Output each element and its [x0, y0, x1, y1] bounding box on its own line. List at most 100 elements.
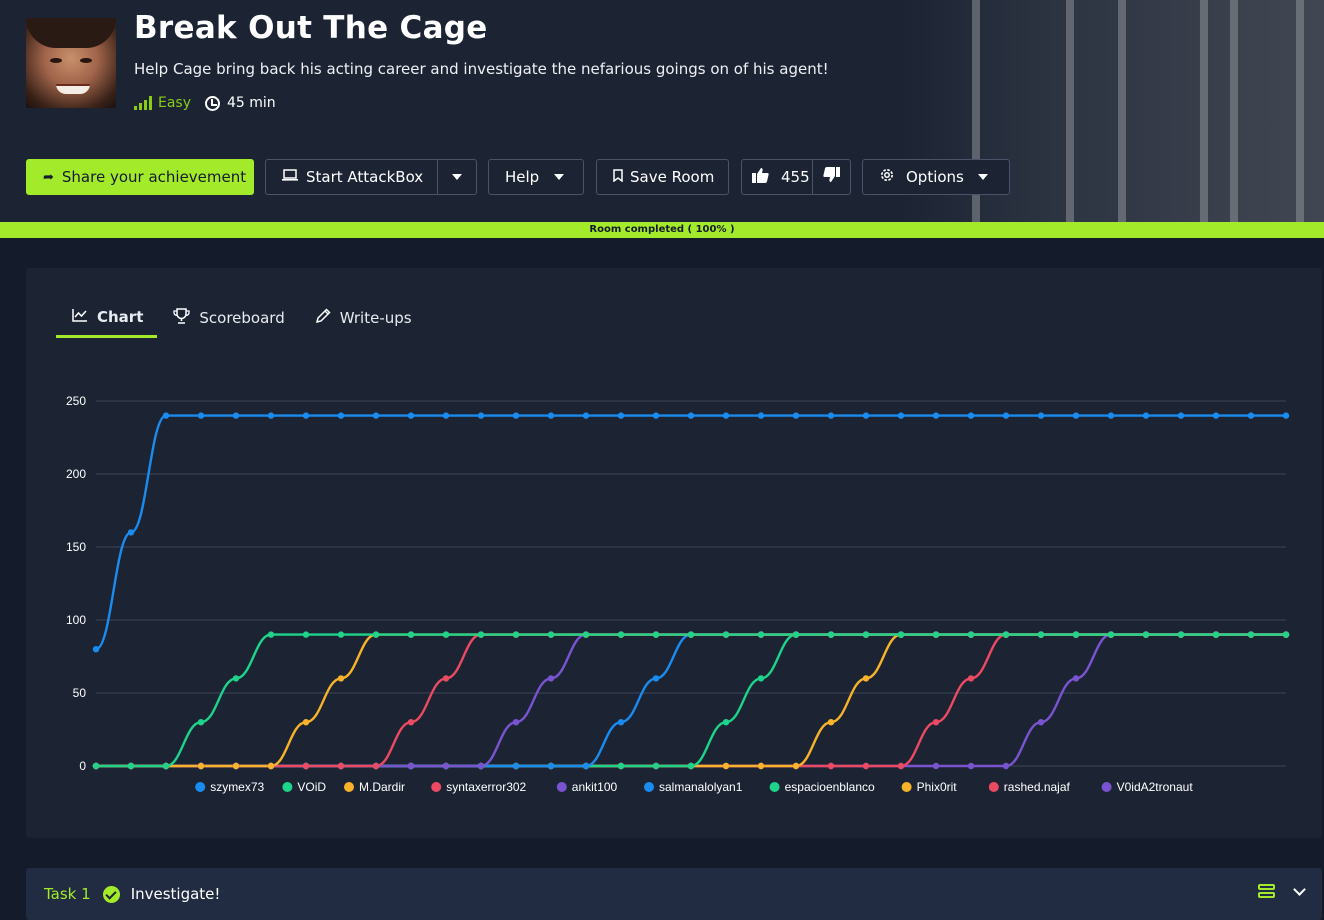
- data-point: [372, 412, 380, 419]
- data-point: [862, 675, 870, 682]
- data-point: [407, 719, 415, 726]
- data-point: [232, 675, 240, 682]
- data-point: [372, 631, 380, 638]
- data-point: [582, 762, 590, 770]
- data-point: [1247, 631, 1255, 638]
- share-label: Share your achievement: [61, 168, 247, 186]
- data-point: [862, 762, 870, 770]
- data-point: [1212, 412, 1220, 419]
- help-button[interactable]: Help: [488, 159, 584, 195]
- legend-label: M.Dardir: [359, 780, 405, 794]
- series-line: [96, 633, 1286, 768]
- data-point: [1037, 631, 1045, 638]
- data-point: [337, 631, 345, 638]
- legend-marker: [644, 782, 654, 792]
- data-point: [617, 719, 625, 726]
- series-line: [96, 633, 1286, 768]
- data-point: [1247, 412, 1255, 419]
- data-point: [687, 631, 695, 638]
- data-point: [302, 719, 310, 726]
- downvote-button[interactable]: [812, 160, 850, 194]
- data-point: [477, 631, 485, 638]
- series-line: [96, 633, 1286, 768]
- data-point: [512, 762, 520, 770]
- data-point: [477, 412, 485, 419]
- options-button[interactable]: Options: [862, 159, 1010, 195]
- data-point: [617, 762, 625, 770]
- data-point: [1142, 412, 1150, 419]
- series-line: [96, 633, 1286, 768]
- data-point: [127, 529, 135, 536]
- data-point: [302, 412, 310, 419]
- signal-bars-icon: [134, 96, 152, 110]
- save-room-button[interactable]: Save Room: [596, 159, 729, 195]
- data-point: [197, 412, 205, 419]
- data-point: [582, 631, 590, 638]
- vote-group: 455: [741, 159, 851, 195]
- legend-marker: [282, 782, 293, 792]
- data-point: [757, 762, 765, 770]
- room-header: Break Out The Cage Help Cage bring back …: [0, 0, 1324, 222]
- data-point: [722, 412, 730, 419]
- series-line: [96, 633, 1286, 768]
- data-point: [757, 631, 765, 638]
- legend-marker: [901, 782, 912, 792]
- data-point: [1177, 412, 1185, 419]
- task-row[interactable]: Task 1 Investigate!: [26, 868, 1322, 920]
- check-circle-icon: [102, 885, 120, 903]
- data-point: [932, 412, 940, 419]
- data-point: [827, 762, 835, 770]
- data-point: [1282, 631, 1290, 638]
- data-point: [1282, 412, 1290, 419]
- data-point: [792, 631, 800, 638]
- data-point: [827, 719, 835, 726]
- data-point: [302, 631, 310, 638]
- server-stack-icon[interactable]: [1258, 884, 1275, 899]
- start-attackbox-button[interactable]: Start AttackBox: [265, 159, 477, 195]
- data-point: [1002, 631, 1010, 638]
- data-point: [232, 412, 240, 419]
- attackbox-dropdown-toggle[interactable]: [437, 160, 476, 194]
- data-point: [652, 762, 660, 770]
- data-point: [967, 675, 975, 682]
- legend-label: syntaxerror302: [446, 780, 526, 794]
- data-point: [1107, 412, 1115, 419]
- clock-icon: [205, 95, 221, 111]
- duration: 45 min: [205, 95, 276, 111]
- room-progress-bar: Room completed ( 100% ): [0, 222, 1324, 238]
- data-point: [722, 631, 730, 638]
- data-point: [372, 762, 380, 770]
- data-point: [512, 719, 520, 726]
- share-achievement-button[interactable]: ➦ Share your achievement: [26, 159, 254, 195]
- data-point: [932, 719, 940, 726]
- laptop-icon: [282, 169, 298, 185]
- data-point: [512, 631, 520, 638]
- data-point: [1072, 631, 1080, 638]
- data-point: [652, 412, 660, 419]
- data-point: [442, 631, 450, 638]
- data-point: [1002, 762, 1010, 770]
- legend-marker: [1101, 782, 1112, 792]
- help-label: Help: [505, 168, 540, 186]
- likes-count: 455: [781, 168, 810, 186]
- chevron-down-icon[interactable]: [1293, 882, 1306, 896]
- legend-label: V0idA2tronaut: [1117, 780, 1194, 794]
- thumbs-down-icon: [823, 167, 840, 187]
- upvote-button[interactable]: 455: [752, 167, 810, 187]
- bookmark-icon: [613, 168, 623, 186]
- data-point: [932, 762, 940, 770]
- data-point: [337, 762, 345, 770]
- data-point: [1072, 412, 1080, 419]
- legend-marker: [769, 782, 780, 792]
- data-point: [897, 412, 905, 419]
- data-point: [407, 762, 415, 770]
- data-point: [792, 412, 800, 419]
- data-point: [757, 675, 765, 682]
- chart-card: Chart Scoreboard Write-ups 0 50 100 150 200 2…: [26, 268, 1322, 838]
- y-tick-label: 200: [66, 467, 86, 481]
- save-label: Save Room: [630, 168, 715, 186]
- attackbox-label: Start AttackBox: [306, 168, 424, 186]
- data-point: [862, 412, 870, 419]
- data-point: [267, 762, 275, 770]
- share-icon: ➦: [43, 169, 54, 185]
